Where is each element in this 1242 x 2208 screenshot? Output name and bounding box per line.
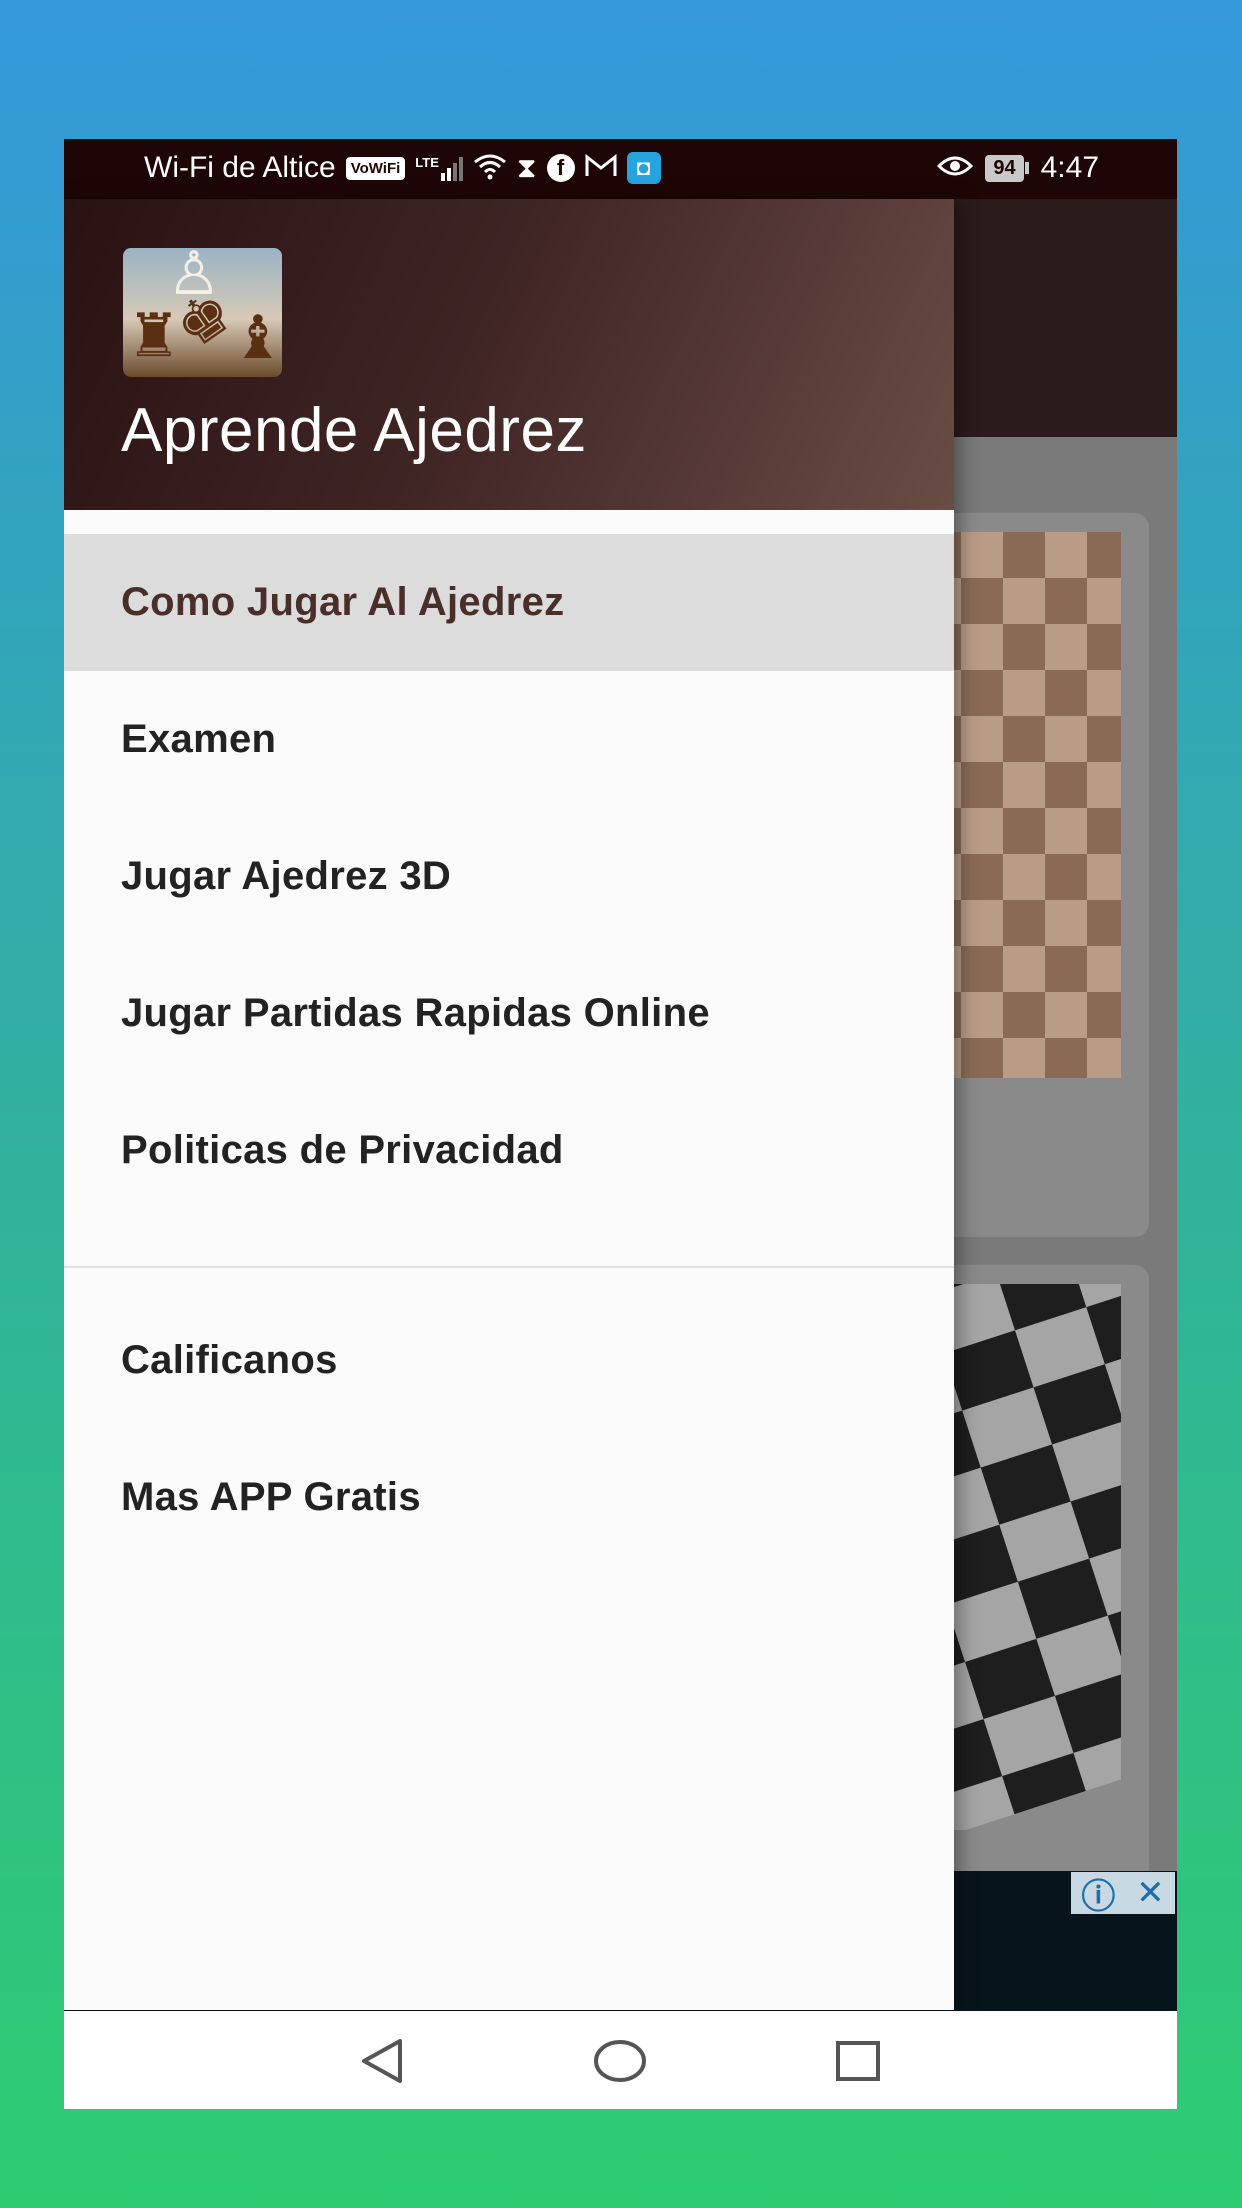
chess-piece-icon: ♝	[231, 303, 282, 373]
carrier-label: Wi-Fi de Altice	[144, 151, 336, 184]
navigation-drawer: ♜ ♚ ♝ ♙ Aprende Ajedrez Como Jugar Al Aj…	[64, 199, 954, 2010]
menu-item-mas-apps[interactable]: Mas APP Gratis	[64, 1429, 954, 1566]
back-icon[interactable]	[356, 2035, 408, 2092]
home-icon[interactable]	[593, 2035, 647, 2092]
gmail-icon	[585, 153, 617, 183]
menu-item-label: Como Jugar Al Ajedrez	[121, 580, 565, 624]
chess-piece-icon: ♙	[167, 248, 221, 309]
menu-item-label: Jugar Partidas Rapidas Online	[121, 991, 710, 1035]
menu-item-como-jugar[interactable]: Como Jugar Al Ajedrez	[64, 534, 954, 671]
app-icon: ◘	[626, 152, 661, 184]
menu-item-label: Calificanos	[121, 1338, 338, 1382]
app-logo: ♜ ♚ ♝ ♙	[123, 248, 282, 377]
drawer-header: ♜ ♚ ♝ ♙ Aprende Ajedrez	[64, 199, 954, 510]
menu-item-label: Mas APP Gratis	[121, 1475, 421, 1519]
system-navigation-bar	[64, 2011, 1177, 2109]
menu-item-ajedrez-3d[interactable]: Jugar Ajedrez 3D	[64, 808, 954, 945]
battery-level: 94	[985, 154, 1024, 182]
vowifi-badge: VoWiFi	[345, 156, 406, 180]
lte-label: LTE	[415, 155, 439, 170]
facebook-icon: f	[546, 154, 575, 182]
status-bar: Wi-Fi de Altice VoWiFi LTE ⧗ f ◘ 94 4:47	[64, 139, 1177, 199]
menu-item-examen[interactable]: Examen	[64, 671, 954, 808]
menu-item-calificanos[interactable]: Calificanos	[64, 1292, 954, 1429]
menu-item-label: Examen	[121, 717, 277, 761]
ad-info-icon[interactable]: ⓘ	[1081, 1869, 1115, 1918]
eye-icon	[937, 154, 974, 183]
menu-item-partidas-online[interactable]: Jugar Partidas Rapidas Online	[64, 945, 954, 1082]
drawer-menu: Como Jugar Al Ajedrez Examen Jugar Ajedr…	[64, 534, 954, 1566]
signal-icon: LTE	[415, 155, 463, 181]
menu-item-privacidad[interactable]: Politicas de Privacidad	[64, 1082, 954, 1219]
hourglass-icon: ⧗	[516, 152, 537, 183]
app-title: Aprende Ajedrez	[121, 396, 587, 465]
clock: 4:47	[1040, 151, 1099, 184]
recents-icon[interactable]	[832, 2035, 884, 2092]
phone-screen: ⓘ ✕ Wi-Fi de Altice VoWiFi LTE ⧗ f ◘ 94 …	[64, 139, 1177, 2109]
menu-item-label: Politicas de Privacidad	[121, 1128, 564, 1172]
ad-controls[interactable]: ⓘ ✕	[1071, 1872, 1175, 1916]
wifi-icon	[473, 152, 507, 185]
ad-close-icon[interactable]: ✕	[1136, 1873, 1165, 1913]
battery-icon: 94	[985, 154, 1029, 182]
menu-item-label: Jugar Ajedrez 3D	[121, 854, 452, 898]
